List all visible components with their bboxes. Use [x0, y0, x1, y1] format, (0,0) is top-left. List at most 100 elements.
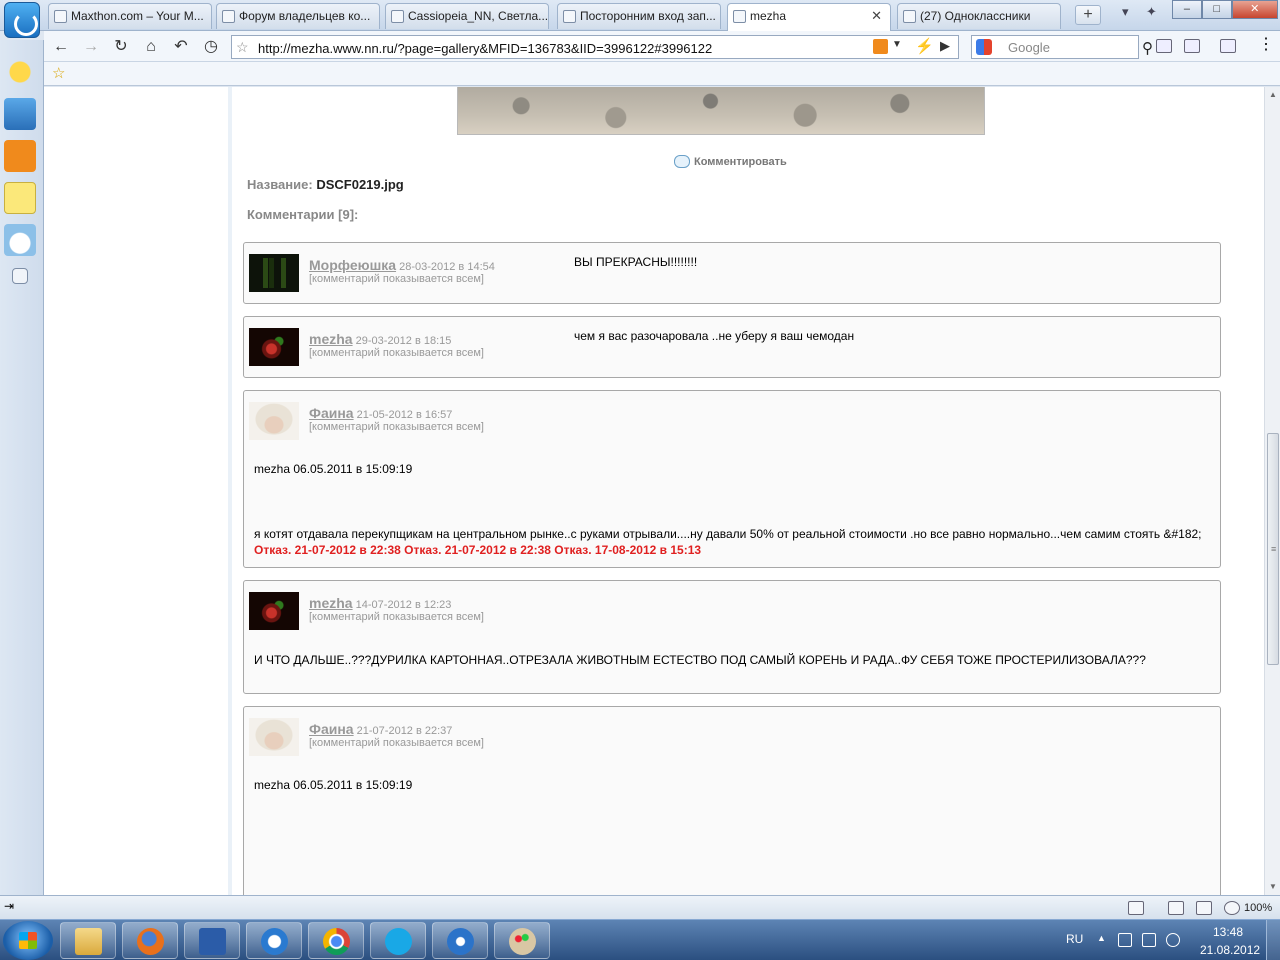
add-sidebar-item-icon[interactable] [12, 268, 28, 284]
comment-action-label[interactable]: Комментировать [694, 156, 787, 168]
tab-mezha[interactable]: mezha ✕ [727, 3, 891, 31]
clock-time[interactable]: 13:48 [1213, 925, 1243, 939]
grip-icon: ≡ [1271, 544, 1277, 554]
zoom-icon[interactable] [1224, 901, 1240, 915]
avatar[interactable] [249, 402, 299, 440]
scroll-down-icon[interactable]: ▼ [1269, 882, 1277, 891]
rss-reader-icon[interactable] [4, 140, 36, 172]
menu-icon[interactable]: ⋮ [1258, 37, 1274, 53]
file-explorer-icon [75, 928, 102, 955]
tab-maxthon[interactable]: Maxthon.com – Your M... [48, 3, 212, 29]
volume-tray-icon[interactable] [1166, 933, 1180, 947]
comment-visibility: [комментарий показывается всем] [309, 273, 484, 285]
vertical-scrollbar[interactable]: ▲ ≡ ▼ [1264, 87, 1280, 895]
zoom-level[interactable]: 100% [1244, 902, 1272, 914]
comment-visibility: [комментарий показывается всем] [309, 421, 484, 433]
comment-author-link[interactable]: Морфеюшка [309, 257, 396, 273]
bookmark-star-icon[interactable]: ☆ [236, 39, 249, 56]
translate-icon[interactable] [1220, 39, 1236, 53]
comment-date: 14-07-2012 в 12:23 [355, 599, 452, 611]
rss-icon[interactable] [873, 39, 888, 54]
sidebar-toggle-icon[interactable]: ⇥ [4, 899, 16, 913]
maxthon-icon [261, 928, 288, 955]
paint-icon [509, 928, 536, 955]
volume-icon[interactable] [1196, 901, 1212, 915]
show-hidden-icons-icon[interactable]: ▲ [1097, 933, 1106, 943]
cloud-icon[interactable] [4, 224, 36, 256]
tab-forum[interactable]: Форум владельцев ко... [216, 3, 380, 29]
avatar[interactable] [249, 254, 299, 292]
minimize-button[interactable]: – [1172, 0, 1202, 19]
search-box[interactable]: Google [971, 35, 1139, 59]
comment-action-link[interactable]: Комментировать [674, 155, 787, 168]
url-text[interactable]: http://mezha.www.nn.ru/?page=gallery&MFI… [258, 41, 712, 56]
clock-date[interactable]: 21.08.2012 [1200, 943, 1260, 957]
search-engine-icon[interactable] [976, 39, 992, 55]
refresh-icon[interactable]: ↻ [110, 36, 132, 58]
search-icon[interactable]: ⚲ [1142, 39, 1153, 57]
taskbar-explorer[interactable] [60, 922, 116, 959]
comment-author-link[interactable]: mezha [309, 331, 353, 347]
search-input[interactable]: Google [1008, 40, 1050, 55]
favorites-star-icon[interactable]: ☆ [52, 64, 65, 82]
edit-tool-icon[interactable] [1156, 39, 1172, 53]
navigation-bar: ← → ↻ ⌂ ↶ ◷ ☆ http://mezha.www.nn.ru/?pa… [44, 31, 1280, 62]
forward-icon[interactable]: → [80, 36, 102, 58]
undo-icon[interactable]: ↶ [170, 36, 192, 58]
taskbar-download[interactable] [432, 922, 488, 959]
comment-author-link[interactable]: Фаина [309, 405, 354, 421]
tab-list-icon[interactable]: ▾ [1122, 4, 1129, 20]
taskbar-skype[interactable] [370, 922, 426, 959]
taskbar-paint[interactable] [494, 922, 550, 959]
comment-item: Морфеюшка 28-03-2012 в 14:54 [комментари… [243, 242, 1221, 304]
maxthon-logo-icon[interactable] [4, 2, 40, 38]
start-button[interactable] [3, 921, 53, 960]
notes-status-icon[interactable] [1168, 901, 1184, 915]
network-icon[interactable] [1142, 933, 1156, 947]
back-icon[interactable]: ← [50, 36, 72, 58]
scroll-thumb[interactable]: ≡ [1267, 433, 1279, 665]
new-tab-button[interactable]: + [1075, 5, 1101, 25]
taskbar-firefox[interactable] [122, 922, 178, 959]
snapshot-icon[interactable] [1184, 39, 1200, 53]
scroll-up-icon[interactable]: ▲ [1269, 90, 1277, 99]
comment-quote: mezha 06.05.2011 в 15:09:19 [254, 462, 413, 476]
avatar[interactable] [249, 328, 299, 366]
status-bar: ⇥ 100% [0, 895, 1280, 919]
favorites-icon[interactable] [4, 56, 36, 88]
tab-odnoklassniki[interactable]: (27) Одноклассники [897, 3, 1061, 29]
chrome-icon [323, 928, 350, 955]
comment-quote: mezha 06.05.2011 в 15:09:19 [254, 778, 413, 792]
file-name-label: Название: [247, 177, 313, 192]
taskbar-maxthon[interactable] [246, 922, 302, 959]
comment-author-link[interactable]: mezha [309, 595, 353, 611]
gallery-photo[interactable] [457, 87, 985, 135]
home-icon[interactable]: ⌂ [140, 36, 162, 58]
show-desktop-button[interactable] [1266, 920, 1280, 960]
taskbar-word[interactable] [184, 922, 240, 959]
skin-icon[interactable]: ✦ [1146, 4, 1157, 20]
close-window-button[interactable]: ✕ [1231, 0, 1278, 19]
history-icon[interactable]: ◷ [200, 36, 222, 58]
tab-label: Посторонним вход зап... [580, 9, 716, 23]
address-bar[interactable]: ☆ http://mezha.www.nn.ru/?page=gallery&M… [231, 35, 959, 59]
close-tab-icon[interactable]: ✕ [871, 8, 882, 24]
action-center-icon[interactable] [1118, 933, 1132, 947]
maximize-button[interactable]: □ [1201, 0, 1232, 19]
comment-item: mezha 29-03-2012 в 18:15 [комментарий по… [243, 316, 1221, 378]
taskbar-chrome[interactable] [308, 922, 364, 959]
performance-icon[interactable] [1128, 901, 1144, 915]
notes-icon[interactable] [4, 182, 36, 214]
comment-text: я котят отдавала перекупщикам на централ… [254, 527, 1202, 541]
tab-cassiopeia[interactable]: Cassiopeia_NN, Светла... [385, 3, 549, 29]
go-icon[interactable]: ▶ [940, 38, 950, 54]
avatar[interactable] [249, 718, 299, 756]
chevron-down-icon[interactable]: ▼ [892, 39, 902, 50]
language-indicator[interactable]: RU [1066, 932, 1083, 946]
avatar[interactable] [249, 592, 299, 630]
comment-author-link[interactable]: Фаина [309, 721, 354, 737]
tab-posторонним[interactable]: Посторонним вход зап... [557, 3, 721, 29]
comment-item: Фаина 21-07-2012 в 22:37 [комментарий по… [243, 706, 1221, 895]
download-icon[interactable] [4, 98, 36, 130]
lightning-icon[interactable]: ⚡ [915, 37, 934, 55]
